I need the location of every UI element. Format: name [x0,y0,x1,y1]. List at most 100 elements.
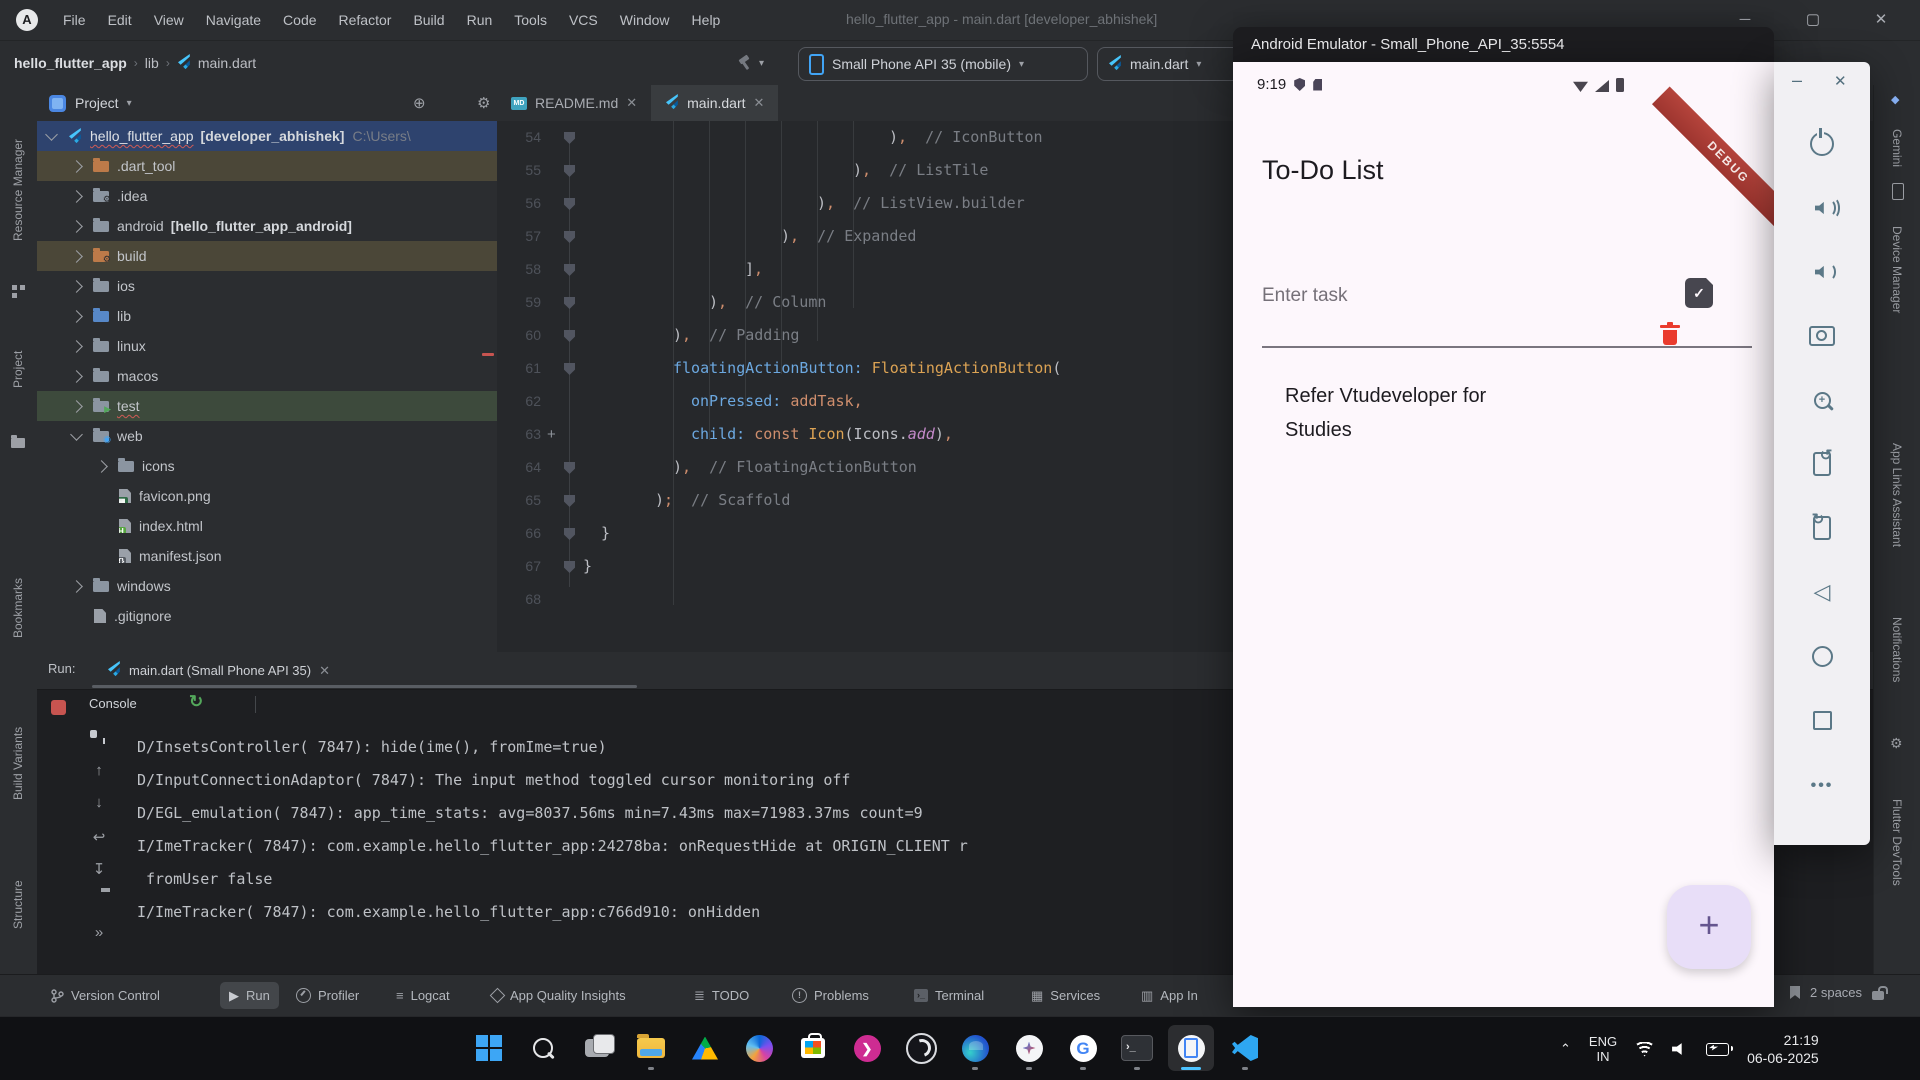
tool-window-button-app-in[interactable]: ▥ App In [1132,982,1207,1009]
taskbar-icon-obs-studio[interactable] [898,1025,944,1071]
project-panel-title[interactable]: Project [75,95,119,111]
emulator-camera-button[interactable] [1802,316,1842,356]
chevron-right-icon[interactable] [70,219,83,233]
sidebar-item-flutter-devtools[interactable]: Flutter DevTools [1890,767,1904,917]
indent-status[interactable]: 2 spaces [1810,985,1862,1000]
tree-item-macos[interactable]: macos [37,361,497,391]
tool-window-button-version-control[interactable]: Version Control [42,982,169,1009]
sidebar-item-device-manager[interactable]: Device Manager [1890,205,1904,335]
close-icon[interactable]: ✕ [626,95,637,111]
taskbar-icon-task-view[interactable] [574,1025,620,1071]
taskbar-icon-android-emulator[interactable] [1168,1025,1214,1071]
menu-build[interactable]: Build [402,8,455,32]
device-selector[interactable]: Small Phone API 35 (mobile) ▾ [798,47,1088,81]
taskbar-icon-search[interactable] [520,1025,566,1071]
sidebar-item-project[interactable]: Project [11,322,25,417]
tree-item-android[interactable]: android [hello_flutter_app_android] [37,211,497,241]
sidebar-item-app-links-assistant[interactable]: App Links Assistant [1890,413,1904,578]
console-down-icon[interactable]: ↓ [89,794,109,811]
chevron-right-icon[interactable] [70,339,83,353]
taskbar-icon-copilot[interactable] [736,1025,782,1071]
taskbar-icon-microsoft-store[interactable] [790,1025,836,1071]
bookmark-icon[interactable] [1790,986,1800,999]
sidebar-item-structure[interactable]: Structure [11,852,25,957]
chevron-right-icon[interactable] [70,369,83,383]
resource-manager-icon[interactable] [12,285,25,298]
menu-edit[interactable]: Edit [97,8,143,32]
menu-file[interactable]: File [52,8,97,32]
fold-marker-icon[interactable] [564,132,575,144]
taskbar-icon-terminal[interactable]: ›_ [1114,1025,1160,1071]
tool-window-button-terminal[interactable]: ›_ Terminal [905,982,993,1009]
tree-item-hello_flutter_app[interactable]: hello_flutter_app [developer_abhishek] C:\… [37,121,497,151]
fold-marker-icon[interactable] [564,495,575,507]
tree-item-.gitignore[interactable]: .gitignore [37,601,497,631]
menu-view[interactable]: View [143,8,195,32]
taskbar-icon-clipchamp[interactable]: ❯ [844,1025,890,1071]
chevron-right-icon[interactable] [70,309,83,323]
sidebar-item-resource-manager[interactable]: Resource Manager [11,105,25,275]
tree-item-.idea[interactable]: ⚙ .idea [37,181,497,211]
inline-add-icon[interactable]: + [547,418,556,451]
run-tab[interactable]: main.dart (Small Phone API 35) ✕ [95,652,342,689]
window-maximize-icon[interactable]: ▢ [1796,6,1830,34]
menu-navigate[interactable]: Navigate [195,8,272,32]
taskbar-icon-start[interactable] [466,1025,512,1071]
chevron-down-icon[interactable] [45,127,58,141]
console-pin-icon[interactable] [89,730,109,738]
tree-item-web[interactable]: ◉ web [37,421,497,451]
emulator-rotate-ccw-button[interactable]: ↺ [1802,444,1842,484]
emulator-window-title[interactable]: Android Emulator - Small_Phone_API_35:55… [1233,27,1774,62]
delete-task-icon[interactable] [1660,322,1680,345]
build-tool-icon[interactable]: ▾ [737,55,764,71]
chevron-right-icon[interactable] [70,189,83,203]
breadcrumb-item-hello_flutter_app[interactable]: hello_flutter_app [14,55,127,71]
tree-item-.dart_tool[interactable]: .dart_tool [37,151,497,181]
fold-marker-icon[interactable] [564,462,575,474]
emulator-more-button[interactable]: ••• [1802,766,1842,806]
menu-window[interactable]: Window [609,8,681,32]
flutter-devtools-icon[interactable]: ⚙ [1890,735,1903,752]
breadcrumb-item-main.dart[interactable]: main.dart [198,55,256,71]
wifi-icon[interactable] [1635,1041,1655,1057]
console-softwrap-icon[interactable]: ↩ [89,828,109,846]
sidebar-item-bookmarks[interactable]: Bookmarks [11,548,25,668]
emulator-rotate-cw-button[interactable]: ↻ [1802,508,1842,548]
taskbar-icon-vscode[interactable] [1222,1025,1268,1071]
gear-icon[interactable]: ⚙ [477,94,490,112]
menu-tools[interactable]: Tools [503,8,558,32]
gemini-icon[interactable]: ◆ [1891,93,1899,106]
menu-refactor[interactable]: Refactor [328,8,403,32]
fold-marker-icon[interactable] [564,363,575,375]
menu-vcs[interactable]: VCS [558,8,609,32]
stop-button[interactable] [51,700,66,715]
tree-item-ios[interactable]: ios [37,271,497,301]
tab-console[interactable]: Console [89,696,137,711]
chevron-right-icon[interactable] [70,159,83,173]
tool-window-button-logcat[interactable]: ≡ Logcat [387,982,459,1009]
tool-window-button-app-quality-insights[interactable]: App Quality Insights [483,982,635,1009]
menu-help[interactable]: Help [681,8,732,32]
chevron-right-icon[interactable] [70,579,83,593]
tree-item-favicon.png[interactable]: ▦ favicon.png [37,481,497,511]
tree-item-index.html[interactable]: Hindex.html [37,511,497,541]
emulator-overview-button[interactable] [1802,700,1842,740]
tool-window-button-todo[interactable]: ≣ TODO [685,982,758,1009]
locate-file-icon[interactable]: ⊕ [413,94,426,112]
battery-icon[interactable] [1706,1042,1734,1056]
emulator-volume-up-button[interactable] [1802,188,1842,228]
emulator-screen[interactable]: 9:19 DEBUG To-Do List Enter task ✓ Refer… [1233,62,1774,1007]
add-task-fab[interactable]: + [1667,885,1751,969]
chevron-right-icon[interactable] [95,459,108,473]
sidebar-item-build-variants[interactable]: Build Variants [11,688,25,838]
menu-code[interactable]: Code [272,8,327,32]
fold-marker-icon[interactable] [564,264,575,276]
tree-item-linux[interactable]: linux [37,331,497,361]
tool-window-button-problems[interactable]: ! Problems [783,982,878,1009]
taskbar-icon-file-explorer[interactable] [628,1025,674,1071]
tree-item-icons[interactable]: icons [37,451,497,481]
task-item[interactable]: Refer Vtudeveloper for Studies [1285,379,1486,447]
project-folder-icon[interactable] [11,435,25,448]
sidebar-item-gemini[interactable]: Gemini [1890,113,1904,183]
lock-open-icon[interactable] [1872,985,1889,1000]
